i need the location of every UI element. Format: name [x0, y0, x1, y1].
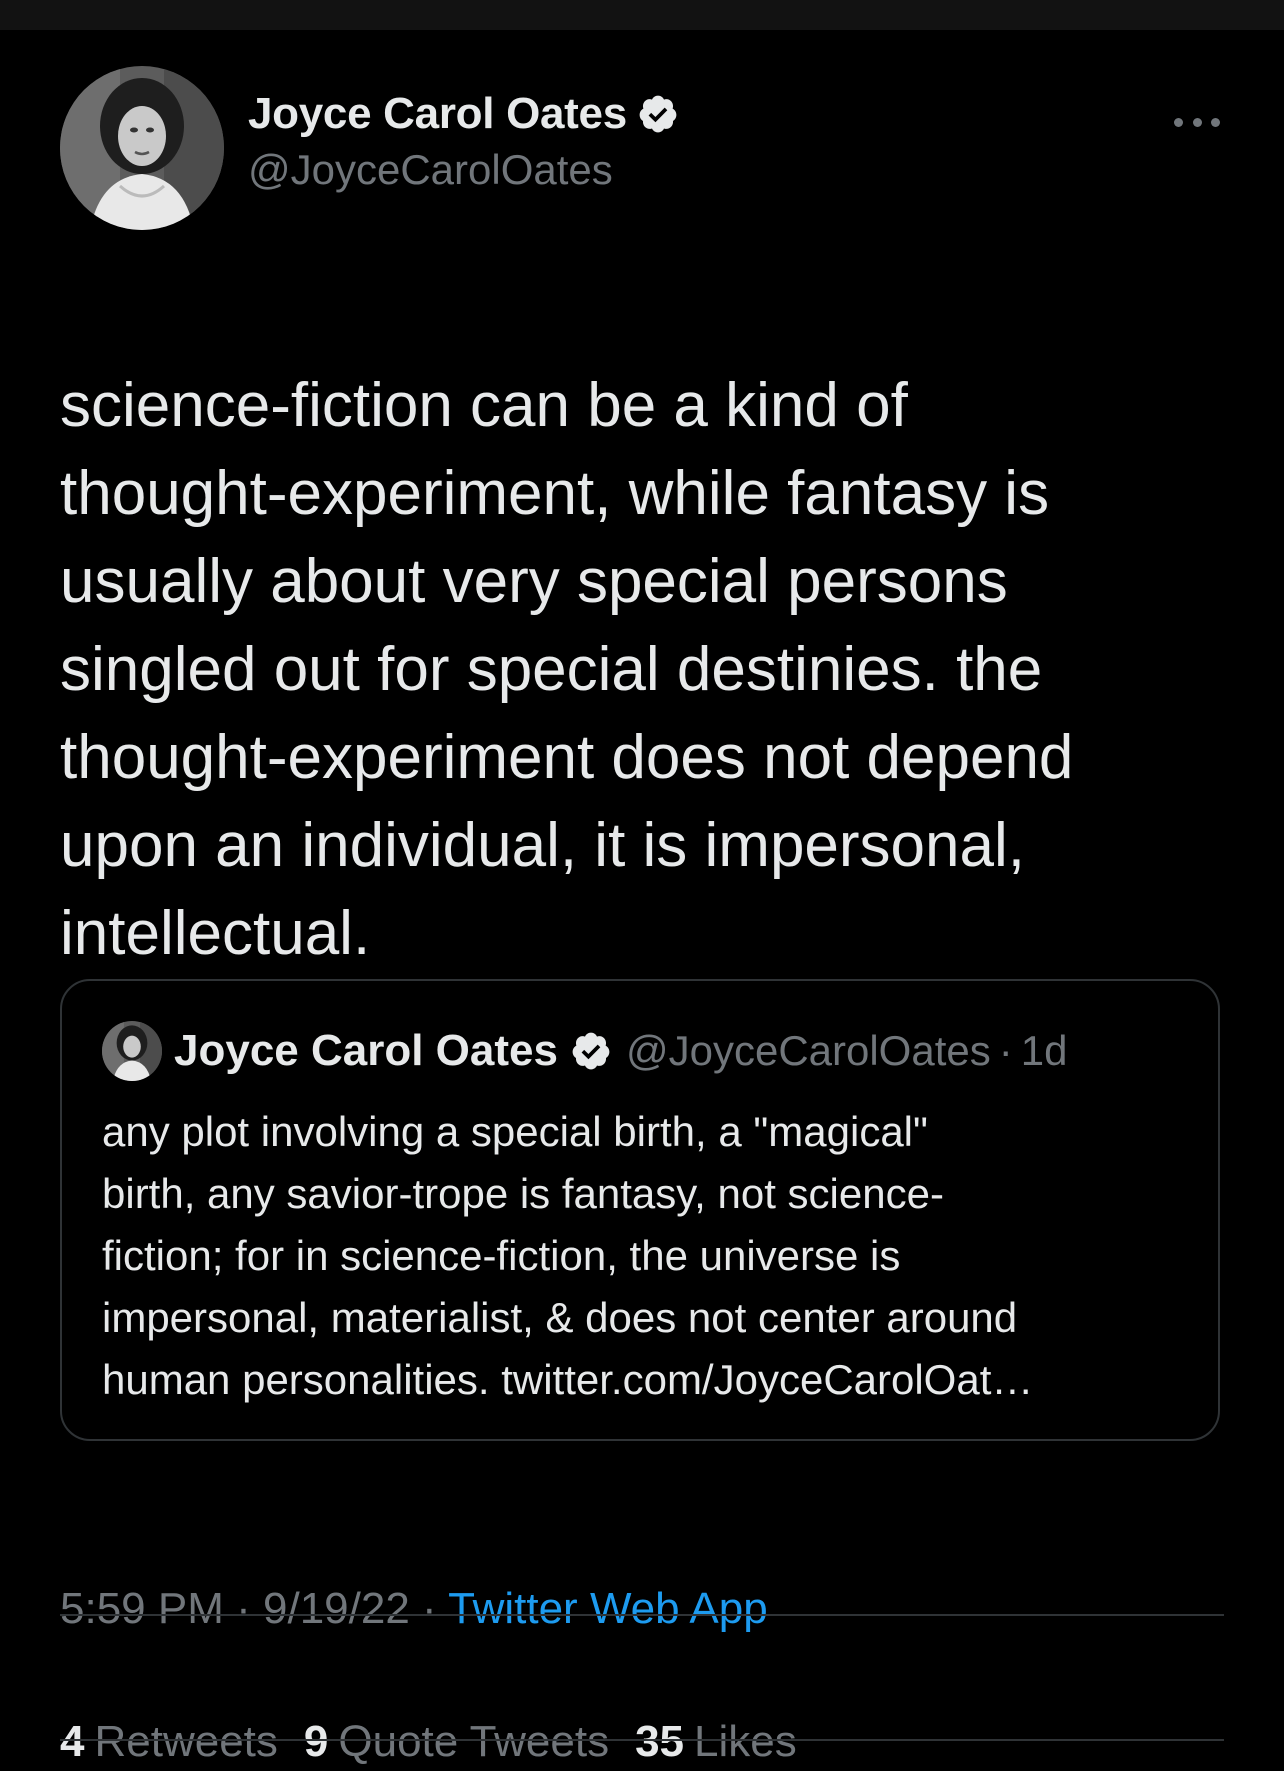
avatar-image	[60, 66, 224, 230]
tweet-date[interactable]: 9/19/22	[263, 1584, 410, 1633]
divider	[60, 1614, 1224, 1616]
avatar[interactable]	[60, 66, 224, 230]
meta-separator: ·	[236, 1584, 251, 1633]
top-bar	[0, 0, 1284, 30]
quoted-verified-badge-icon	[572, 1032, 610, 1070]
tweet: Joyce Carol Oates @JoyceCarolOates scien…	[60, 66, 1224, 1766]
likes-count: 35	[635, 1717, 685, 1766]
tweet-stats: 4 Retweets 9 Quote Tweets 35 Likes	[60, 1717, 823, 1767]
verified-badge-icon	[639, 95, 677, 133]
retweets-label: Retweets	[94, 1717, 278, 1766]
likes-stat[interactable]: 35 Likes	[635, 1717, 797, 1767]
author-display-name[interactable]: Joyce Carol Oates	[248, 89, 627, 139]
quoted-separator: ·	[998, 1027, 1013, 1074]
more-dot	[1174, 117, 1183, 127]
quoted-timestamp: 1d	[1020, 1027, 1068, 1074]
tweet-header: Joyce Carol Oates @JoyceCarolOates	[60, 66, 1224, 232]
more-dot	[1211, 117, 1220, 127]
more-horizontal-icon[interactable]	[1174, 110, 1220, 134]
divider	[60, 1739, 1224, 1741]
tweet-metadata: 5:59 PM · 9/19/22 · Twitter Web App	[60, 1584, 768, 1634]
more-dot	[1192, 117, 1202, 127]
retweets-stat[interactable]: 4 Retweets	[60, 1717, 278, 1767]
likes-label: Likes	[694, 1717, 797, 1766]
tweet-text: science-fiction can be a kind of thought…	[60, 371, 1074, 968]
retweets-count: 4	[60, 1717, 85, 1766]
quoted-display-name: Joyce Carol Oates	[174, 1026, 558, 1075]
author-info: Joyce Carol Oates @JoyceCarolOates	[248, 88, 679, 194]
quoted-handle: @JoyceCarolOates	[625, 1027, 991, 1074]
quoted-tweet-header: Joyce Carol Oates @JoyceCarolOates · 1d	[102, 1021, 1067, 1081]
quoted-tweet[interactable]: Joyce Carol Oates @JoyceCarolOates · 1d …	[60, 979, 1220, 1441]
author-handle[interactable]: @JoyceCarolOates	[248, 146, 679, 194]
quoted-tweet-text: any plot involving a special birth, a "m…	[102, 1108, 1034, 1403]
quoted-avatar	[102, 1021, 162, 1081]
quote-tweets-label: Quote Tweets	[338, 1717, 610, 1766]
quote-tweets-stat[interactable]: 9 Quote Tweets	[304, 1717, 609, 1767]
quote-tweets-count: 9	[303, 1717, 329, 1766]
quoted-avatar-image	[102, 1021, 162, 1081]
tweet-source-link[interactable]: Twitter Web App	[448, 1584, 768, 1633]
tweet-time[interactable]: 5:59 PM	[60, 1584, 224, 1633]
author-name-row: Joyce Carol Oates	[248, 88, 679, 140]
meta-separator: ·	[422, 1584, 437, 1633]
